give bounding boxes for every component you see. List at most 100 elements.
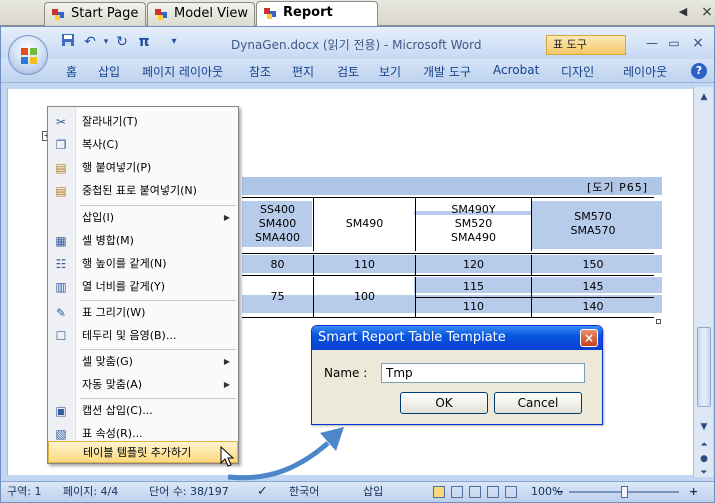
menu-item-draw-table[interactable]: ✎ 표 그리기(W) (48, 302, 238, 324)
menu-item-add-table-template[interactable]: 테이블 템플릿 추가하기 (48, 441, 238, 463)
ribbon-tab-references[interactable]: 참조 (249, 63, 271, 80)
zoom-out-icon[interactable]: − (555, 482, 564, 502)
table-header-cell: SS400 SM400 SMA400 (242, 197, 314, 251)
redo-icon[interactable]: ↻ (113, 33, 131, 51)
vertical-scrollbar[interactable]: ▲ ▼ ⏶ ● ⏷ (693, 87, 713, 478)
tab-report-editor[interactable]: Report Editor (256, 1, 378, 42)
spelling-check-icon[interactable]: ✓ (257, 482, 268, 502)
status-bar: 구역: 1 페이지: 4/4 단어 수: 38/197 ✓ 한국어 삽입 100… (1, 481, 714, 502)
mouse-cursor-icon (220, 446, 235, 467)
ribbon-tab-home[interactable]: 홈 (66, 63, 77, 80)
ribbon-tab-insert[interactable]: 삽입 (98, 63, 120, 80)
table-resize-handle-icon[interactable] (656, 319, 661, 324)
table-header-cell: SM570 SMA570 (570, 210, 616, 237)
web-layout-view-icon[interactable] (469, 486, 481, 498)
table-cell: 140 (582, 300, 604, 313)
ok-button[interactable]: OK (400, 392, 488, 414)
close-icon[interactable]: × (689, 35, 707, 51)
menu-item-label: 캡션 삽입(C)... (82, 404, 153, 417)
status-insert-mode[interactable]: 삽입 (363, 482, 383, 502)
table-header-cell: SM490 (314, 197, 416, 251)
menu-item-autofit[interactable]: 자동 맞춤(A) ▶ (48, 374, 238, 396)
table-cell: 115 (416, 277, 532, 297)
minimize-icon[interactable]: — (643, 35, 661, 51)
name-label: Name : (324, 366, 368, 380)
quick-access-toolbar: ↶ ▾ ↻ π ▾ (53, 33, 183, 53)
document-tab-bar: Start Page Model View Report Editor ◀ × (0, 0, 715, 42)
status-section[interactable]: 구역: 1 (7, 482, 41, 502)
ribbon-tab-view[interactable]: 보기 (379, 63, 401, 80)
zoom-slider-thumb[interactable] (621, 486, 628, 498)
menu-item-cell-alignment[interactable]: 셀 맞춤(G) ▶ (48, 351, 238, 373)
table-properties-icon: ▧ (55, 427, 67, 441)
table-caption-row: [도기 P65] (242, 177, 662, 195)
draw-table-icon: ✎ (55, 306, 67, 320)
office-button[interactable] (8, 35, 48, 75)
close-tab-icon[interactable]: × (700, 5, 714, 19)
status-page[interactable]: 페이지: 4/4 (63, 482, 118, 502)
zoom-in-icon[interactable]: + (689, 482, 698, 502)
menu-item-label: 셀 병합(M) (82, 234, 134, 247)
dialog-close-button[interactable]: × (580, 329, 598, 347)
ribbon-tab-acrobat[interactable]: Acrobat (493, 63, 539, 77)
table-cell: 80 (242, 255, 314, 275)
next-page-icon[interactable]: ⏷ (696, 465, 712, 481)
table-tools-group: 표 도구 (546, 35, 626, 55)
full-screen-view-icon[interactable] (451, 486, 463, 498)
dialog-title: Smart Report Table Template (312, 326, 602, 350)
menu-item-paste-nested[interactable]: ▤ 중첩된 표로 붙여넣기(N) (48, 180, 238, 202)
menu-item-copy[interactable]: ❐ 복사(C) (48, 134, 238, 156)
submenu-arrow-icon: ▶ (223, 213, 230, 222)
ribbon-tab-review[interactable]: 검토 (337, 63, 359, 80)
table-reference: [도기 P65] (587, 181, 648, 194)
customize-qat-icon[interactable]: ▾ (165, 33, 183, 51)
ribbon-tab-design[interactable]: 디자인 (561, 63, 594, 80)
menu-item-label: 행 붙여넣기(P) (82, 161, 152, 174)
status-word-count[interactable]: 단어 수: 38/197 (149, 482, 229, 502)
menu-item-insert-caption[interactable]: ▣ 캡션 삽입(C)... (48, 400, 238, 422)
template-name-input[interactable] (381, 363, 585, 383)
copy-icon: ❐ (55, 138, 67, 152)
tab-scroll-left-icon[interactable]: ◀ (676, 5, 690, 19)
menu-item-label: 중첩된 표로 붙여넣기(N) (82, 184, 197, 197)
column-width-icon: ▥ (55, 280, 67, 294)
menu-item-label: 행 높이를 같게(N) (82, 257, 167, 270)
dialog-title-text: Smart Report Table Template (318, 330, 506, 345)
ribbon-tab-developer[interactable]: 개발 도구 (423, 63, 471, 80)
menu-item-merge-cells[interactable]: ▦ 셀 병합(M) (48, 230, 238, 252)
menu-item-label: 삽입(I) (82, 211, 115, 224)
equation-icon[interactable]: π (135, 33, 153, 51)
ribbon-tab-mailings[interactable]: 편지 (292, 63, 314, 80)
menu-item-label: 잘라내기(T) (82, 115, 138, 128)
menu-item-label: 테두리 및 음영(B)... (82, 329, 177, 342)
status-language[interactable]: 한국어 (289, 482, 319, 502)
menu-item-paste-rows[interactable]: ▤ 행 붙여넣기(P) (48, 157, 238, 179)
tab-model-view[interactable]: Model View (147, 2, 255, 26)
scroll-down-icon[interactable]: ▼ (696, 419, 712, 435)
submenu-arrow-icon: ▶ (223, 380, 230, 389)
scroll-up-icon[interactable]: ▲ (696, 89, 712, 105)
tab-start-page[interactable]: Start Page (44, 2, 146, 26)
menu-item-borders-shading[interactable]: ☐ 테두리 및 음영(B)... (48, 325, 238, 347)
table-cell: 150 (582, 258, 604, 271)
ribbon-tab-page-layout[interactable]: 페이지 레이아웃 (142, 63, 223, 80)
print-layout-view-icon[interactable] (433, 486, 445, 498)
table-cell: 110 (416, 297, 532, 317)
app-icon (155, 9, 167, 20)
scrollbar-thumb[interactable] (697, 327, 711, 407)
outline-view-icon[interactable] (487, 486, 499, 498)
caption-icon: ▣ (55, 404, 67, 418)
menu-item-insert[interactable]: 삽입(I) ▶ (48, 207, 238, 229)
menu-item-label: 표 그리기(W) (82, 306, 146, 319)
save-icon[interactable] (59, 33, 77, 51)
office-logo-icon (21, 48, 37, 64)
draft-view-icon[interactable] (505, 486, 517, 498)
ribbon-tab-layout[interactable]: 레이아웃 (623, 63, 667, 80)
menu-item-distribute-columns[interactable]: ▥ 열 너비를 같게(Y) (48, 276, 238, 298)
cancel-button[interactable]: Cancel (494, 392, 582, 414)
restore-icon[interactable]: ▭ (665, 35, 683, 51)
scissors-icon: ✂ (55, 115, 67, 129)
menu-item-cut[interactable]: ✂ 잘라내기(T) (48, 111, 238, 133)
menu-item-distribute-rows[interactable]: ☷ 행 높이를 같게(N) (48, 253, 238, 275)
help-icon[interactable]: ? (691, 63, 707, 79)
